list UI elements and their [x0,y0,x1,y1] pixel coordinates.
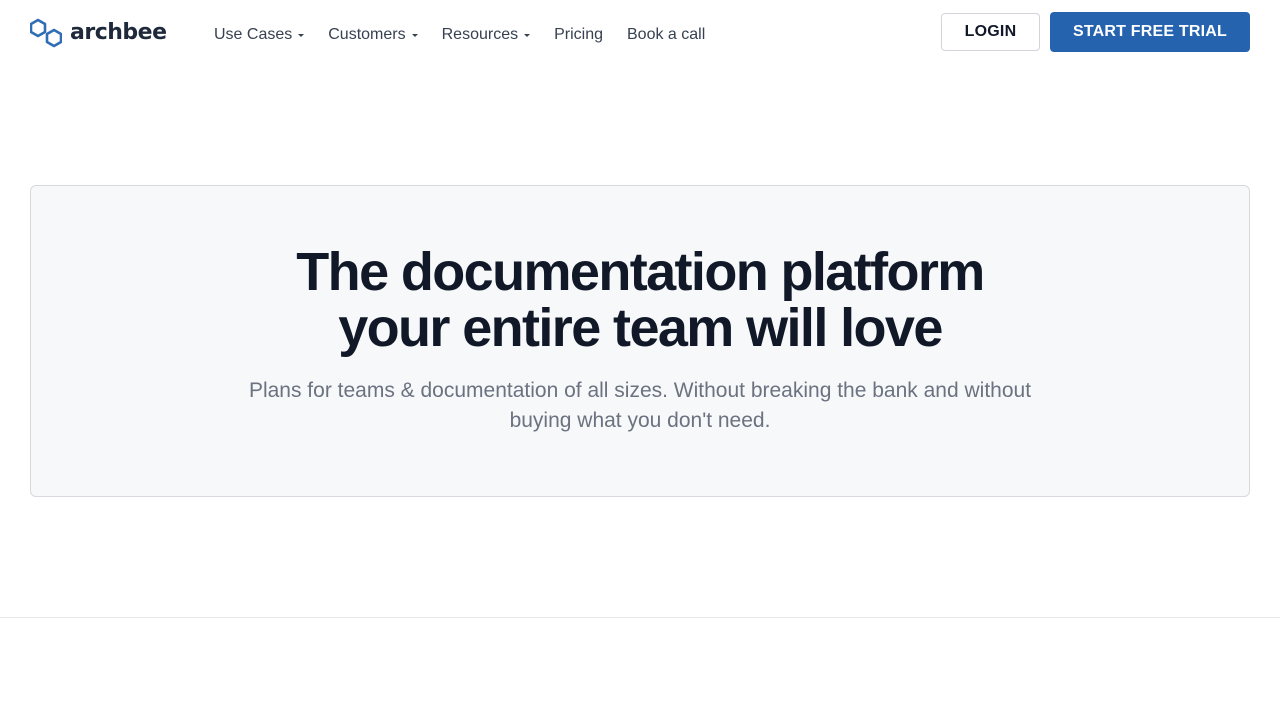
hero-title: The documentation platform your entire t… [31,244,1249,356]
nav-item-label: Book a call [627,26,706,43]
nav-item-label: Customers [328,26,406,43]
brand-logo[interactable]: archbee [30,17,167,49]
hero-subtitle: Plans for teams & documentation of all s… [248,379,1032,432]
brand-name: archbee [70,20,167,45]
main-nav: Use Cases Customers Resources Pricing Bo… [214,20,729,50]
site-header: archbee Use Cases Customers Resources Pr… [0,0,1280,70]
section-divider [0,617,1280,618]
nav-item-customers[interactable]: Customers [328,20,418,50]
caret-down-icon [524,34,531,37]
nav-item-use-cases[interactable]: Use Cases [214,20,305,50]
nav-item-resources[interactable]: Resources [441,20,531,50]
hero-title-line: The documentation platform [296,242,985,302]
nav-item-book-a-call[interactable]: Book a call [627,20,705,50]
login-button[interactable]: LOGIN [941,13,1040,51]
caret-down-icon [411,34,418,37]
hexagon-logo-icon [30,18,62,48]
nav-item-pricing[interactable]: Pricing [554,20,603,50]
nav-item-label: Resources [441,26,519,43]
nav-item-label: Pricing [554,26,603,43]
caret-down-icon [298,34,305,37]
nav-item-label: Use Cases [214,26,293,43]
hero-card: The documentation platform your entire t… [30,185,1250,497]
hero-title-line: your entire team will love [338,298,943,358]
start-free-trial-button[interactable]: START FREE TRIAL [1050,12,1250,52]
